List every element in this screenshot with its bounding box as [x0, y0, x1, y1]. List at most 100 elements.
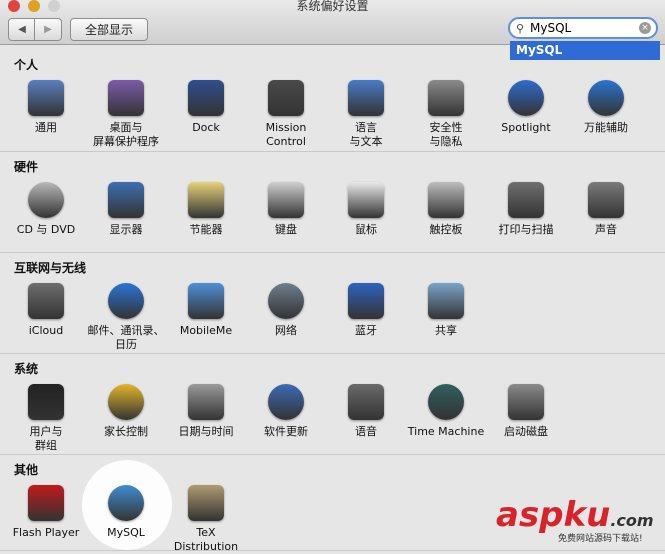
section-title: 硬件: [14, 160, 39, 174]
startup-disk-icon: [508, 384, 544, 420]
pref-pane-label: Dock: [192, 121, 220, 134]
pref-pane-network[interactable]: 网络: [246, 283, 326, 338]
pref-pane-label: Spotlight: [501, 121, 551, 134]
cd-dvd-icon: [28, 182, 64, 218]
search-icon: ⚲: [516, 22, 525, 35]
accessibility-icon: [588, 80, 624, 116]
flash-icon: [28, 485, 64, 521]
pref-pane-label: Mission Control: [265, 121, 307, 148]
pref-pane-software-update[interactable]: 软件更新: [246, 384, 326, 439]
sharing-icon: [428, 283, 464, 319]
back-arrow-icon: ◀: [18, 24, 26, 35]
mouse-icon: [348, 182, 384, 218]
pref-pane-label: 日期与时间: [178, 425, 234, 438]
pref-pane-label: 通用: [35, 121, 57, 134]
back-button[interactable]: ◀: [9, 19, 35, 40]
pref-pane-users[interactable]: 用户与 群组: [6, 384, 86, 453]
pref-pane-mobileme[interactable]: MobileMe: [166, 283, 246, 338]
parental-icon: [108, 384, 144, 420]
pref-pane-time-machine[interactable]: Time Machine: [406, 384, 486, 439]
pref-pane-speech[interactable]: 语音: [326, 384, 406, 439]
section-title: 其他: [14, 463, 39, 477]
pref-pane-trackpad[interactable]: 触控板: [406, 182, 486, 237]
show-all-button[interactable]: 全部显示: [70, 18, 148, 41]
pref-pane-label: 软件更新: [264, 425, 308, 438]
printer-icon: [508, 182, 544, 218]
forward-arrow-icon: ▶: [44, 24, 52, 35]
section-4: 系统用户与 群组 家长控制 日期与时间 软件更新 语音 Time Machine 启动磁盘: [0, 354, 665, 455]
pref-pane-flash[interactable]: Flash Player: [6, 485, 86, 540]
pref-pane-label: 家长控制: [104, 425, 148, 438]
general-icon: [28, 80, 64, 116]
pref-pane-label: MySQL: [107, 526, 145, 539]
pref-pane-startup-disk[interactable]: 启动磁盘: [486, 384, 566, 439]
pref-pane-label: 安全性 与隐私: [429, 121, 463, 148]
search-input[interactable]: MySQL: [530, 21, 571, 35]
pref-pane-label: Time Machine: [407, 425, 485, 438]
energy-icon: [188, 182, 224, 218]
toolbar: 系统偏好设置 ◀ ▶ 全部显示 ⚲ MySQL ×: [0, 0, 665, 45]
pref-pane-general[interactable]: 通用: [6, 80, 86, 135]
watermark-logo: aspku.com: [496, 495, 654, 535]
pref-pane-mail[interactable]: 邮件、通讯录、 日历: [86, 283, 166, 352]
mission-control-icon: [268, 80, 304, 116]
pref-pane-icloud[interactable]: iCloud: [6, 283, 86, 338]
pref-pane-datetime[interactable]: 日期与时间: [166, 384, 246, 439]
software-update-icon: [268, 384, 304, 420]
pref-pane-spotlight[interactable]: Spotlight: [486, 80, 566, 135]
icloud-icon: [28, 283, 64, 319]
pref-pane-label: 语音: [355, 425, 377, 438]
section-title: 系统: [14, 362, 39, 376]
keyboard-icon: [268, 182, 304, 218]
speech-icon: [348, 384, 384, 420]
pref-pane-bluetooth[interactable]: 蓝牙: [326, 283, 406, 338]
pref-pane-label: iCloud: [28, 324, 64, 337]
pref-pane-mission-control[interactable]: Mission Control: [246, 80, 326, 149]
users-icon: [28, 384, 64, 420]
navigation-segment: ◀ ▶: [8, 18, 62, 41]
pref-pane-label: 用户与 群组: [29, 425, 63, 452]
pref-pane-sound[interactable]: 声音: [566, 182, 646, 237]
pref-pane-printer[interactable]: 打印与扫描: [486, 182, 566, 237]
pref-pane-tex[interactable]: TeX Distribution: [166, 485, 246, 554]
pref-pane-parental[interactable]: 家长控制: [86, 384, 166, 439]
pref-pane-label: 共享: [435, 324, 457, 337]
forward-button[interactable]: ▶: [35, 19, 61, 40]
section-2: 硬件 CD 与 DVD 显示器 节能器 键盘 鼠标 触控板 打印与扫描 声音: [0, 152, 665, 253]
pref-pane-keyboard[interactable]: 键盘: [246, 182, 326, 237]
watermark-tagline: 免费网站源码下载站!: [558, 534, 643, 544]
pref-pane-label: 节能器: [189, 223, 223, 236]
pref-pane-label: 邮件、通讯录、 日历: [87, 324, 165, 351]
tex-icon: [188, 485, 224, 521]
pref-pane-label: 桌面与 屏幕保护程序: [93, 121, 159, 148]
datetime-icon: [188, 384, 224, 420]
bluetooth-icon: [348, 283, 384, 319]
pref-pane-label: 触控板: [429, 223, 463, 236]
pref-pane-desktop[interactable]: 桌面与 屏幕保护程序: [86, 80, 166, 149]
language-icon: [348, 80, 384, 116]
mail-icon: [108, 283, 144, 319]
time-machine-icon: [428, 384, 464, 420]
pref-pane-label: 声音: [595, 223, 617, 236]
pref-pane-dock[interactable]: Dock: [166, 80, 246, 135]
pref-pane-label: 网络: [275, 324, 297, 337]
pref-pane-label: 键盘: [275, 223, 297, 236]
window-title: 系统偏好设置: [296, 0, 369, 13]
pref-pane-label: 鼠标: [355, 223, 377, 236]
mysql-icon: [108, 485, 144, 521]
dock-icon: [188, 80, 224, 116]
pref-pane-mysql[interactable]: MySQL: [86, 485, 166, 540]
pref-pane-cd-dvd[interactable]: CD 与 DVD: [6, 182, 86, 237]
section-1: 个人 通用 桌面与 屏幕保护程序 Dock Mission Control 语言 与文本 安全性与…: [0, 50, 665, 152]
pref-pane-sharing[interactable]: 共享: [406, 283, 486, 338]
pref-pane-mouse[interactable]: 鼠标: [326, 182, 406, 237]
clear-search-icon[interactable]: ×: [639, 22, 651, 34]
pref-pane-display[interactable]: 显示器: [86, 182, 166, 237]
pref-pane-security[interactable]: 安全性 与隐私: [406, 80, 486, 149]
search-field[interactable]: ⚲ MySQL ×: [508, 17, 658, 39]
section-title: 互联网与无线: [14, 261, 87, 275]
pref-pane-accessibility[interactable]: 万能辅助: [566, 80, 646, 135]
pref-pane-energy[interactable]: 节能器: [166, 182, 246, 237]
pref-pane-label: Flash Player: [12, 526, 80, 539]
pref-pane-language[interactable]: 语言 与文本: [326, 80, 406, 149]
